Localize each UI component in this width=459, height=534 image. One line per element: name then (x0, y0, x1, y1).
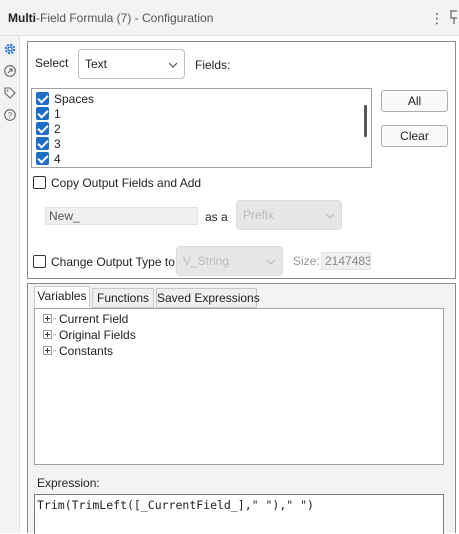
fields-scrollbar[interactable] (364, 105, 367, 137)
title-rest: -Field Formula (7) - Configuration (36, 11, 214, 25)
tab-functions[interactable]: Functions (92, 288, 154, 308)
arrow-circle-icon[interactable] (3, 64, 17, 78)
chevron-down-icon (169, 62, 177, 68)
all-button[interactable]: All (381, 90, 448, 112)
change-type-checkbox[interactable] (33, 255, 46, 269)
title-bar: Multi-Field Formula (7) - Configuration … (0, 0, 459, 36)
expand-icon[interactable] (43, 346, 52, 356)
output-type-dropdown[interactable]: V_String (176, 246, 283, 276)
as-a-label: as a (205, 210, 228, 224)
field-checkbox[interactable] (36, 152, 49, 166)
more-vertical-icon[interactable]: ⋮ (430, 9, 444, 27)
help-icon[interactable]: ? (3, 108, 17, 122)
field-item-2[interactable]: 2 (36, 121, 61, 136)
variables-tree: Current Field Original Fields Constants (34, 308, 444, 465)
chevron-down-icon (267, 259, 275, 265)
field-checkbox[interactable] (36, 122, 49, 136)
tab-variables[interactable]: Variables (34, 286, 90, 308)
prefix-value: Prefix (243, 208, 274, 222)
expand-icon[interactable] (43, 314, 52, 324)
clear-button[interactable]: Clear (381, 125, 448, 147)
field-item-1[interactable]: 1 (36, 106, 61, 121)
select-label: Select (35, 56, 69, 70)
tree-item-constants[interactable]: Constants (43, 343, 113, 358)
svg-text:?: ? (8, 111, 13, 120)
output-type-value: V_String (183, 254, 230, 268)
size-input[interactable]: 2147483 (321, 252, 371, 270)
tree-item-current-field[interactable]: Current Field (43, 311, 128, 326)
field-item-3[interactable]: 3 (36, 136, 61, 151)
field-checkbox[interactable] (36, 92, 49, 106)
field-checkbox[interactable] (36, 107, 49, 121)
expression-editor[interactable]: Trim(TrimLeft([_CurrentField_]," ")," ") (34, 494, 444, 534)
expression-panel: Variables Functions Saved Expressions Cu… (27, 283, 456, 534)
tab-saved-expressions[interactable]: Saved Expressions (156, 288, 260, 308)
expand-icon[interactable] (43, 330, 52, 340)
field-item-4[interactable]: 4 (36, 151, 61, 166)
prefix-dropdown[interactable]: Prefix (236, 200, 342, 230)
copy-output-option[interactable]: Copy Output Fields and Add (33, 175, 201, 191)
title-bold: Multi (8, 11, 36, 25)
gear-icon[interactable] (3, 42, 17, 56)
select-type-dropdown[interactable]: Text (78, 49, 185, 79)
select-type-value: Text (85, 57, 108, 71)
pin-icon[interactable] (448, 9, 459, 27)
tree-item-original-fields[interactable]: Original Fields (43, 327, 136, 342)
name-affix-input[interactable]: New_ (45, 207, 198, 225)
configuration-panel: Select Text Fields: Spaces 1 2 3 4 All C… (27, 41, 456, 279)
left-sidebar: ? (0, 36, 20, 533)
field-checkbox[interactable] (36, 137, 49, 151)
fields-list[interactable]: Spaces 1 2 3 4 (31, 88, 372, 168)
copy-output-checkbox[interactable] (33, 176, 46, 190)
window-title: Multi-Field Formula (7) - Configuration (8, 11, 213, 25)
copy-output-label: Copy Output Fields and Add (51, 175, 202, 190)
expression-label: Expression: (37, 476, 100, 490)
fields-label: Fields: (195, 58, 231, 72)
field-item-spaces[interactable]: Spaces (36, 91, 94, 106)
change-type-option[interactable]: Change Output Type to (33, 254, 175, 270)
tag-icon[interactable] (3, 86, 17, 100)
change-type-label: Change Output Type to (51, 254, 175, 269)
chevron-down-icon (326, 213, 334, 219)
size-label: Size: (293, 254, 320, 268)
